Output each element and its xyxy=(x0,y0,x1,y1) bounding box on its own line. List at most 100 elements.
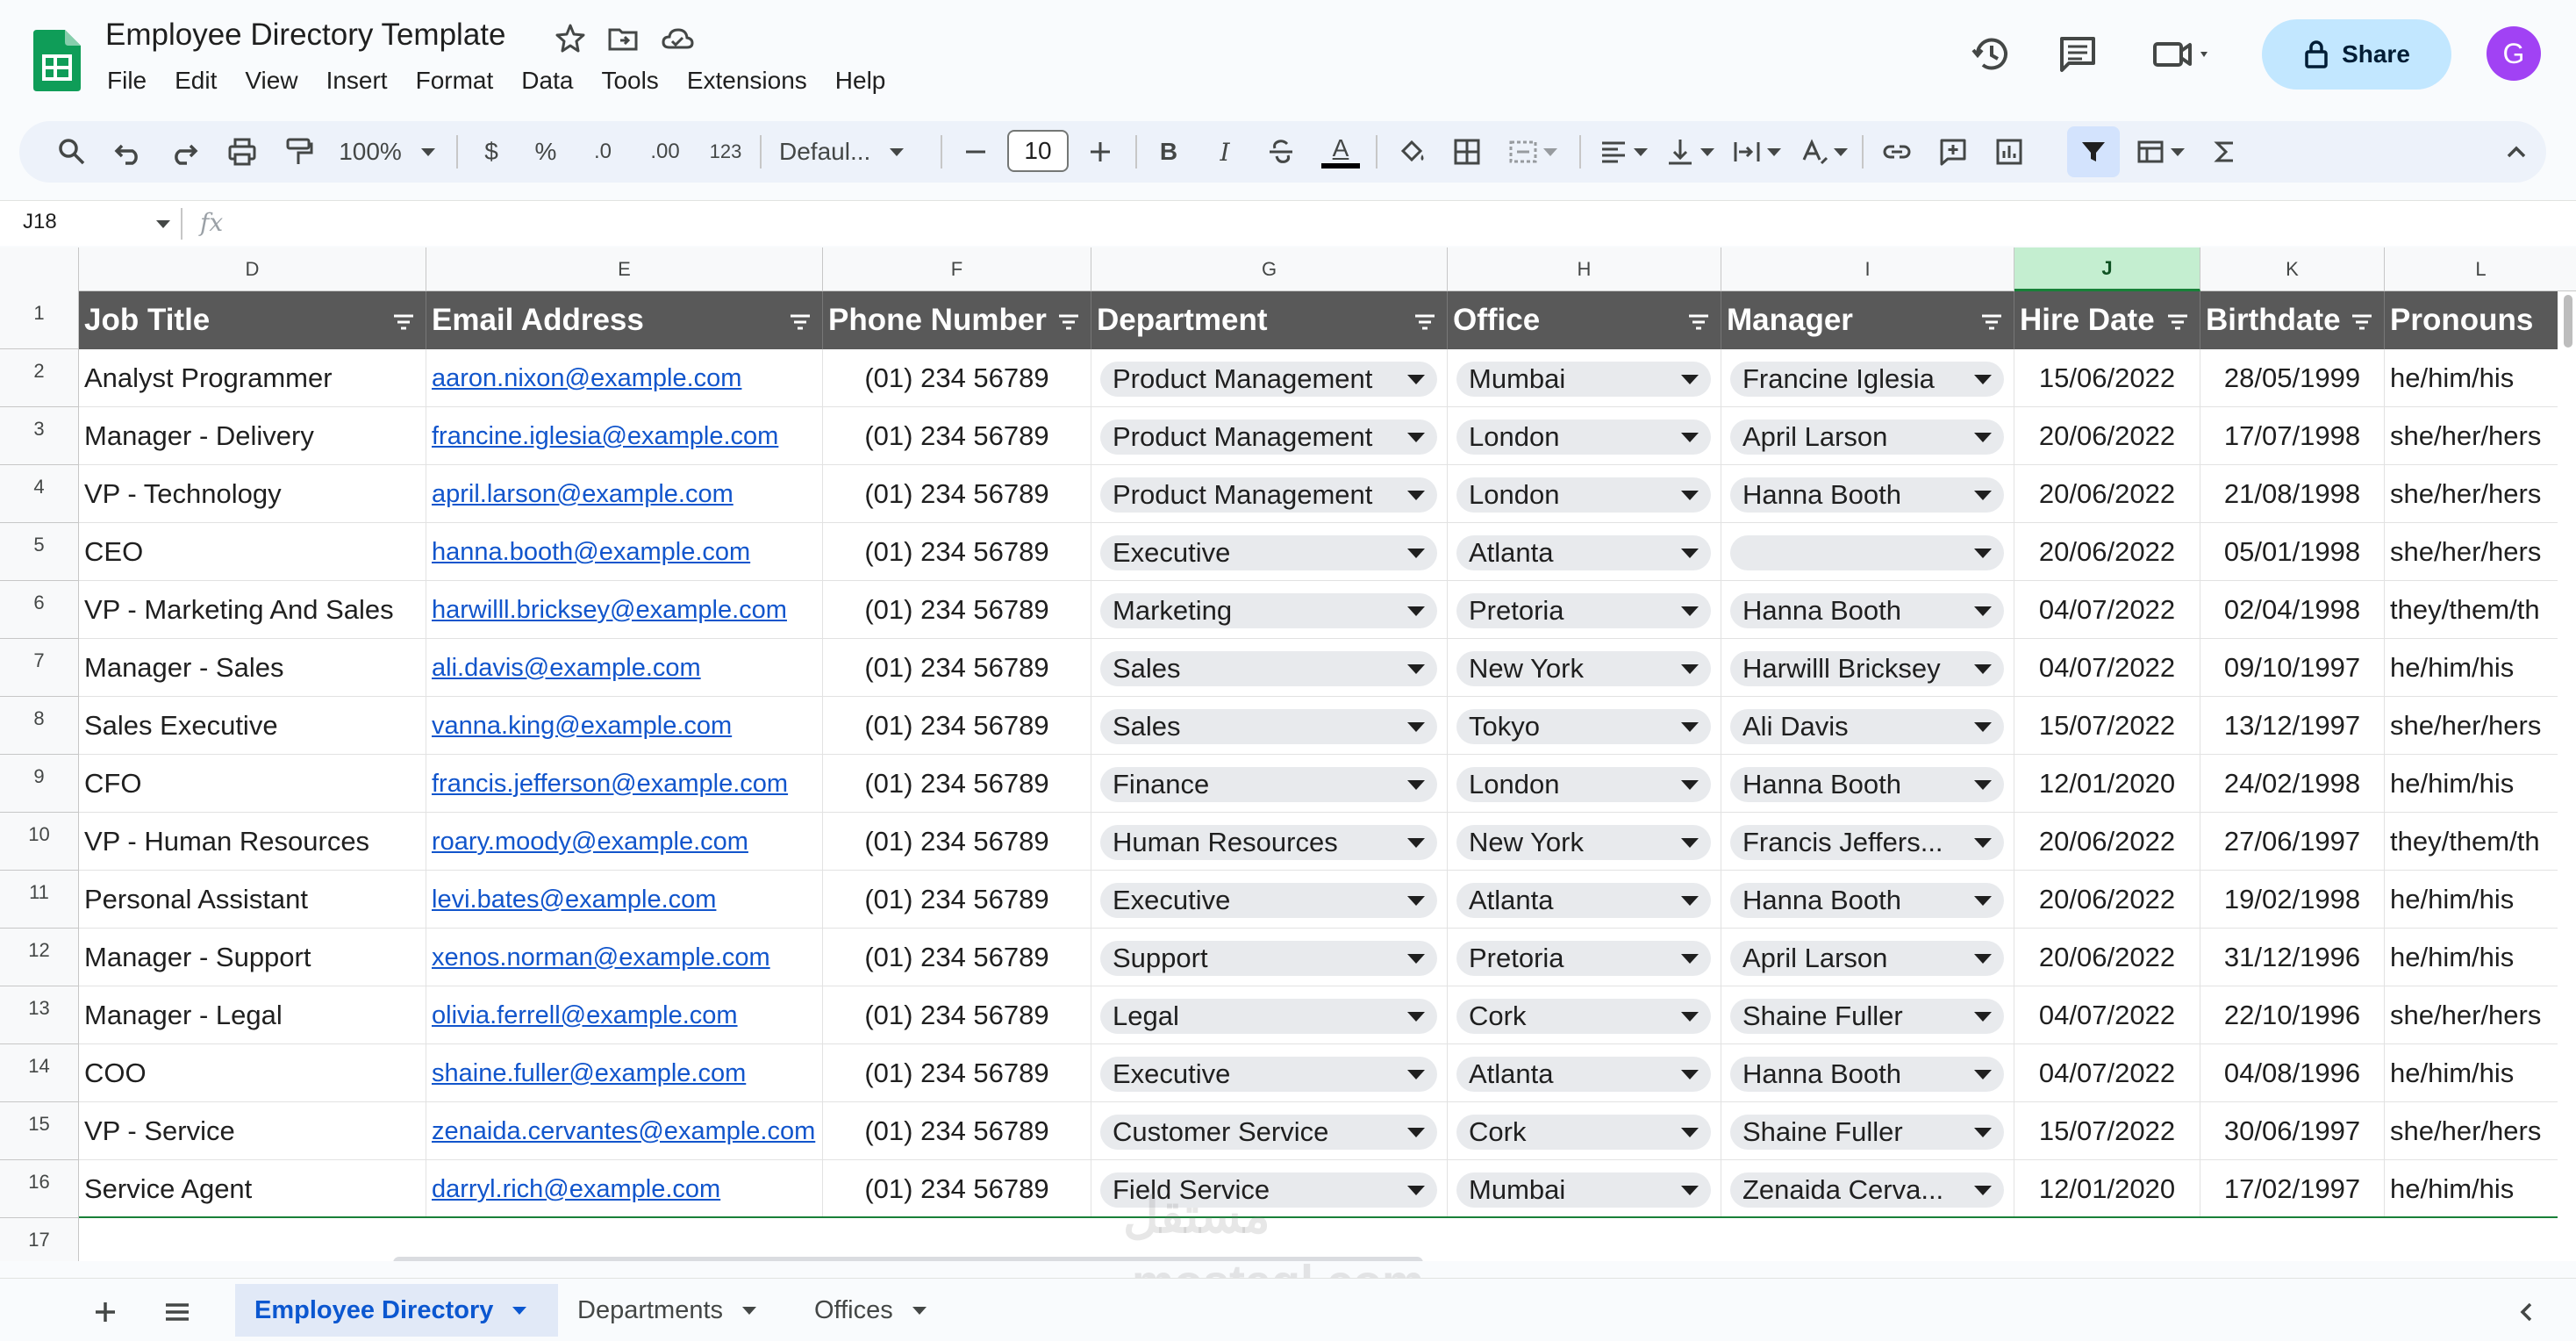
dropdown-caret-icon[interactable] xyxy=(1407,722,1425,732)
table-view-icon[interactable] xyxy=(2129,130,2190,174)
vertical-scrollbar[interactable] xyxy=(2564,295,2572,348)
manager-dropdown[interactable]: Hanna Booth xyxy=(1730,883,2004,918)
department-dropdown[interactable]: Product Management xyxy=(1100,362,1437,397)
sheet-grid[interactable]: DEFGHIJKL 1 2 3 4 5 6 7 8 9 10 11 12 13 14 15 16 17 Job … xyxy=(0,247,2576,1261)
table-cell[interactable]: 15/07/2022 xyxy=(2014,697,2200,755)
department-dropdown[interactable]: Sales xyxy=(1100,651,1437,686)
scroll-left-arrow-icon[interactable]: ◂ xyxy=(2499,1255,2507,1261)
table-cell[interactable]: Product Management xyxy=(1091,465,1448,523)
dropdown-caret-icon[interactable] xyxy=(1974,722,1992,732)
column-header-f[interactable]: F xyxy=(823,247,1091,291)
table-cell[interactable]: Hanna Booth xyxy=(1721,465,2014,523)
menu-insert[interactable]: Insert xyxy=(312,63,402,102)
table-cell[interactable]: Executive xyxy=(1091,523,1448,581)
table-cell[interactable]: he/him/his xyxy=(2385,871,2576,929)
table-cell[interactable]: 02/04/1998 xyxy=(2200,581,2385,639)
table-cell[interactable]: (01) 234 56789 xyxy=(823,465,1091,523)
department-dropdown[interactable]: Legal xyxy=(1100,999,1437,1034)
table-cell[interactable]: Marketing xyxy=(1091,581,1448,639)
dropdown-caret-icon[interactable] xyxy=(1974,549,1992,558)
office-dropdown[interactable]: Mumbai xyxy=(1456,362,1711,397)
menu-data[interactable]: Data xyxy=(507,63,587,102)
table-cell[interactable]: New York xyxy=(1448,813,1721,871)
font-increase-icon[interactable] xyxy=(1083,130,1118,174)
manager-dropdown[interactable]: Hanna Booth xyxy=(1730,593,2004,628)
name-box-caret[interactable] xyxy=(156,220,170,228)
table-cell[interactable] xyxy=(1721,523,2014,581)
table-cell[interactable]: Manager - Legal xyxy=(79,986,426,1044)
table-cell[interactable]: they/them/th xyxy=(2385,813,2576,871)
version-history-icon[interactable] xyxy=(1969,32,2014,77)
table-cell[interactable]: Sales xyxy=(1091,697,1448,755)
table-cell[interactable]: Atlanta xyxy=(1448,1044,1721,1102)
table-cell[interactable]: 17/02/1997 xyxy=(2200,1160,2385,1218)
all-sheets-icon[interactable] xyxy=(160,1294,195,1330)
table-cell[interactable]: 31/12/1996 xyxy=(2200,929,2385,986)
office-dropdown[interactable]: New York xyxy=(1456,651,1711,686)
dropdown-caret-icon[interactable] xyxy=(1974,491,1992,500)
dropdown-caret-icon[interactable] xyxy=(1974,1070,1992,1079)
table-cell[interactable]: London xyxy=(1448,407,1721,465)
table-cell[interactable]: Francis Jeffers... xyxy=(1721,813,2014,871)
column-header-g[interactable]: G xyxy=(1091,247,1448,291)
table-header-cell[interactable]: Manager xyxy=(1721,291,2014,349)
table-cell[interactable]: Hanna Booth xyxy=(1721,581,2014,639)
link-icon[interactable] xyxy=(1879,130,1914,174)
merge-icon[interactable] xyxy=(1506,130,1558,174)
row-header-16[interactable]: 16 xyxy=(0,1160,79,1218)
font-select[interactable]: Defaul... xyxy=(779,130,919,174)
table-cell[interactable]: Hanna Booth xyxy=(1721,1044,2014,1102)
dropdown-caret-icon[interactable] xyxy=(1407,664,1425,674)
comments-icon[interactable] xyxy=(2055,32,2100,77)
row-header-11[interactable]: 11 xyxy=(0,871,79,929)
table-header-cell[interactable]: Birthdate xyxy=(2200,291,2385,349)
manager-dropdown[interactable]: Hanna Booth xyxy=(1730,1057,2004,1092)
table-cell[interactable]: Pretoria xyxy=(1448,929,1721,986)
table-cell[interactable]: 20/06/2022 xyxy=(2014,523,2200,581)
dropdown-caret-icon[interactable] xyxy=(1681,954,1699,964)
table-cell[interactable]: (01) 234 56789 xyxy=(823,407,1091,465)
dropdown-caret-icon[interactable] xyxy=(1974,896,1992,906)
fill-color-icon[interactable] xyxy=(1393,130,1432,174)
avatar[interactable]: G xyxy=(2487,26,2541,81)
table-cell[interactable]: 13/12/1997 xyxy=(2200,697,2385,755)
dropdown-caret-icon[interactable] xyxy=(1681,549,1699,558)
table-cell[interactable]: Sales xyxy=(1091,639,1448,697)
table-cell[interactable]: (01) 234 56789 xyxy=(823,639,1091,697)
email-link[interactable]: francis.jefferson@example.com xyxy=(426,755,823,813)
row-header-4[interactable]: 4 xyxy=(0,465,79,523)
table-cell[interactable]: Mumbai xyxy=(1448,349,1721,407)
manager-dropdown[interactable] xyxy=(1730,535,2004,570)
table-cell[interactable]: 21/08/1998 xyxy=(2200,465,2385,523)
select-all-corner[interactable] xyxy=(0,247,79,291)
column-filter-icon[interactable] xyxy=(2166,312,2189,332)
table-cell[interactable]: (01) 234 56789 xyxy=(823,1102,1091,1160)
department-dropdown[interactable]: Product Management xyxy=(1100,420,1437,455)
table-cell[interactable]: she/her/hers xyxy=(2385,465,2576,523)
dropdown-caret-icon[interactable] xyxy=(1974,664,1992,674)
column-filter-icon[interactable] xyxy=(392,312,415,332)
table-cell[interactable]: (01) 234 56789 xyxy=(823,929,1091,986)
email-link[interactable]: francine.iglesia@example.com xyxy=(426,407,823,465)
dropdown-caret-icon[interactable] xyxy=(1681,433,1699,442)
zoom-select[interactable]: 100% xyxy=(339,130,435,174)
table-cell[interactable]: (01) 234 56789 xyxy=(823,986,1091,1044)
column-header-h[interactable]: H xyxy=(1448,247,1721,291)
office-dropdown[interactable]: Atlanta xyxy=(1456,883,1711,918)
formula-input[interactable] xyxy=(254,208,2536,240)
sheet-tab-employee-directory[interactable]: Employee Directory xyxy=(235,1284,558,1337)
dropdown-caret-icon[interactable] xyxy=(1407,954,1425,964)
menu-view[interactable]: View xyxy=(231,63,311,102)
manager-dropdown[interactable]: Shaine Fuller xyxy=(1730,1115,2004,1150)
table-cell[interactable]: 20/06/2022 xyxy=(2014,871,2200,929)
manager-dropdown[interactable]: April Larson xyxy=(1730,941,2004,976)
table-cell[interactable]: April Larson xyxy=(1721,407,2014,465)
table-cell[interactable]: 04/08/1996 xyxy=(2200,1044,2385,1102)
column-filter-icon[interactable] xyxy=(1687,312,1710,332)
dropdown-caret-icon[interactable] xyxy=(1974,780,1992,790)
table-cell[interactable]: 15/06/2022 xyxy=(2014,349,2200,407)
table-header-cell[interactable]: Office xyxy=(1448,291,1721,349)
table-cell[interactable]: Pretoria xyxy=(1448,581,1721,639)
table-header-cell[interactable]: Phone Number xyxy=(823,291,1091,349)
table-cell[interactable]: 12/01/2020 xyxy=(2014,1160,2200,1218)
